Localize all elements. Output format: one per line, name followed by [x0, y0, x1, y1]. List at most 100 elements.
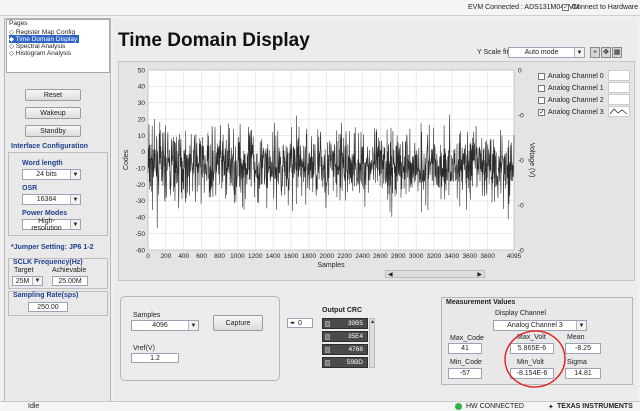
- channel3-label: Analog Channel 3: [548, 109, 604, 116]
- x-axis-label: Samples: [317, 262, 345, 269]
- plot-tool-icon[interactable]: ▦: [612, 47, 622, 58]
- samples-label: Samples: [133, 312, 161, 319]
- x-tick-label: 1200: [248, 253, 263, 260]
- sclk-target-value: 25M: [15, 277, 30, 285]
- sclk-title: SCLK Frequency(Hz): [13, 259, 83, 266]
- scroll-right-icon[interactable]: ▶: [477, 271, 482, 278]
- chevron-down-icon: ▼: [70, 170, 80, 179]
- crc-value-1: 35E4: [322, 331, 368, 342]
- x-tick-label: 2200: [337, 253, 352, 260]
- osr-value: 16384: [36, 196, 57, 203]
- chevron-down-icon: ▼: [576, 321, 586, 330]
- x-tick-label: 2600: [373, 253, 388, 260]
- channel0-checkbox[interactable]: [538, 73, 545, 80]
- power-modes-select[interactable]: High-resolution ▼: [22, 218, 81, 232]
- y2-tick-label: -0: [518, 157, 524, 164]
- min-code-label: Min_Code: [450, 359, 482, 366]
- crc-value-text: 4768: [348, 346, 363, 353]
- x-tick-label: 400: [178, 253, 189, 260]
- yscale-label: Y Scale fit: [477, 49, 509, 56]
- x-tick-labels: 0 200 400 600 800 1000 1200 1400 1600 1800 2000 220…: [146, 253, 521, 260]
- standby-button[interactable]: Standby: [25, 125, 81, 137]
- hw-status: HW CONNECTED: [466, 403, 524, 410]
- ti-logo-icon: ✦: [548, 404, 554, 411]
- crc-led-icon: [325, 347, 330, 353]
- word-length-value: 24 bits: [36, 171, 57, 178]
- crc-value-0: 39B5: [322, 318, 368, 329]
- zoom-tool-icon[interactable]: +: [590, 47, 600, 58]
- y-tick-label: 0: [141, 149, 145, 156]
- samples-value: 4096: [152, 322, 168, 329]
- x-tick-label: 3600: [463, 253, 478, 260]
- channel0-line-icon: [608, 70, 630, 81]
- samples-select[interactable]: 4096 ▼: [131, 320, 199, 331]
- y-axis-label: Codes: [123, 149, 130, 170]
- channel2-checkbox[interactable]: [538, 97, 545, 104]
- chevron-down-icon: ▼: [70, 220, 80, 229]
- y-tick-label: -50: [136, 231, 146, 238]
- brand-label: TEXAS INSTRUMENTS: [557, 403, 633, 410]
- page-item-label: Histogram Analysis: [15, 50, 72, 57]
- crc-value-3: 59BD: [322, 357, 368, 368]
- crc-led-icon: [325, 321, 330, 327]
- osr-select[interactable]: 16384 ▼: [22, 194, 81, 205]
- x-tick-label: 3400: [445, 253, 460, 260]
- time-domain-chart: 50403020100-10-20-30-40-50-60 0-0-0-0-0 …: [123, 67, 535, 269]
- mean-field: -8.25: [565, 343, 601, 354]
- power-modes-label: Power Modes: [22, 210, 68, 217]
- y2-tick-label: 0: [518, 67, 522, 74]
- channel2-label: Analog Channel 2: [548, 97, 604, 104]
- graph-scrollbar[interactable]: ◀ ▶: [385, 270, 485, 278]
- channel1-checkbox[interactable]: [538, 85, 545, 92]
- max-code-label: Max_Code: [450, 335, 484, 342]
- pages-title: Pages: [9, 20, 28, 27]
- stepper-icon[interactable]: ◂▸: [290, 320, 295, 326]
- crc-led-icon: [325, 360, 330, 366]
- crc-scrollbar[interactable]: ▲: [369, 318, 375, 368]
- x-tick-label: 3200: [427, 253, 442, 260]
- x-tick-label: 200: [160, 253, 171, 260]
- wakeup-button[interactable]: Wakeup: [25, 107, 81, 119]
- crc-value-text: 59BD: [346, 359, 363, 366]
- reset-button[interactable]: Reset: [25, 89, 81, 101]
- crc-index-field[interactable]: ◂▸ 0: [287, 318, 313, 328]
- sclk-target-label: Target: [14, 267, 34, 274]
- y-tick-label: -30: [136, 198, 146, 205]
- min-code-field: -57: [448, 368, 482, 379]
- x-tick-label: 1600: [284, 253, 299, 260]
- x-tick-label: 2000: [320, 253, 335, 260]
- y-tick-labels: 50 40 30 20 10 0 -10 -20 -30 -40 -50 -60: [136, 67, 146, 254]
- vref-field[interactable]: 1.2: [131, 353, 179, 363]
- x-tick-label: 3800: [480, 253, 495, 260]
- word-length-select[interactable]: 24 bits ▼: [22, 169, 81, 180]
- y-tick-label: 30: [138, 100, 146, 107]
- pages-tree: Pages ◇ Register Map Config ◆ Time Domai…: [6, 19, 110, 73]
- channel3-checkbox[interactable]: ✓: [538, 109, 545, 116]
- sclk-target-select[interactable]: 25M ▼: [12, 276, 43, 286]
- pan-tool-icon[interactable]: ✥: [601, 47, 611, 58]
- display-channel-label: Display Channel: [495, 310, 546, 317]
- connect-checkbox[interactable]: ✓: [562, 4, 569, 11]
- crc-value-2: 4768: [322, 344, 368, 355]
- red-annotation-circle: [504, 330, 566, 388]
- x-tick-label: 600: [196, 253, 207, 260]
- sclk-achievable-label: Achievable: [52, 267, 87, 274]
- yscale-select[interactable]: Auto mode ▼: [508, 47, 585, 58]
- y-tick-label: -20: [136, 182, 146, 189]
- y2-axis-label: Voltage (V): [528, 143, 535, 178]
- x-tick-label: 800: [214, 253, 225, 260]
- capture-button[interactable]: Capture: [213, 315, 263, 331]
- hw-led-icon: [455, 403, 462, 410]
- crc-value-text: 39B5: [347, 320, 363, 327]
- connect-label: Connect to Hardware: [572, 4, 639, 11]
- scroll-left-icon[interactable]: ◀: [388, 271, 393, 278]
- channel0-label: Analog Channel 0: [548, 73, 604, 80]
- vref-label: Vref(V): [133, 345, 155, 352]
- capture-group: [120, 296, 280, 381]
- x-tick-label: 2800: [391, 253, 406, 260]
- y2-tick-label: -0: [518, 202, 524, 209]
- chevron-down-icon: ▼: [574, 48, 584, 57]
- top-bar: EVM Connected : ADS131M04EVM ✓ Connect t…: [0, 0, 640, 16]
- channel-legend: Analog Channel 0 Analog Channel 1 Analog…: [534, 70, 634, 122]
- page-item-histogram[interactable]: ◇ Histogram Analysis: [9, 49, 71, 57]
